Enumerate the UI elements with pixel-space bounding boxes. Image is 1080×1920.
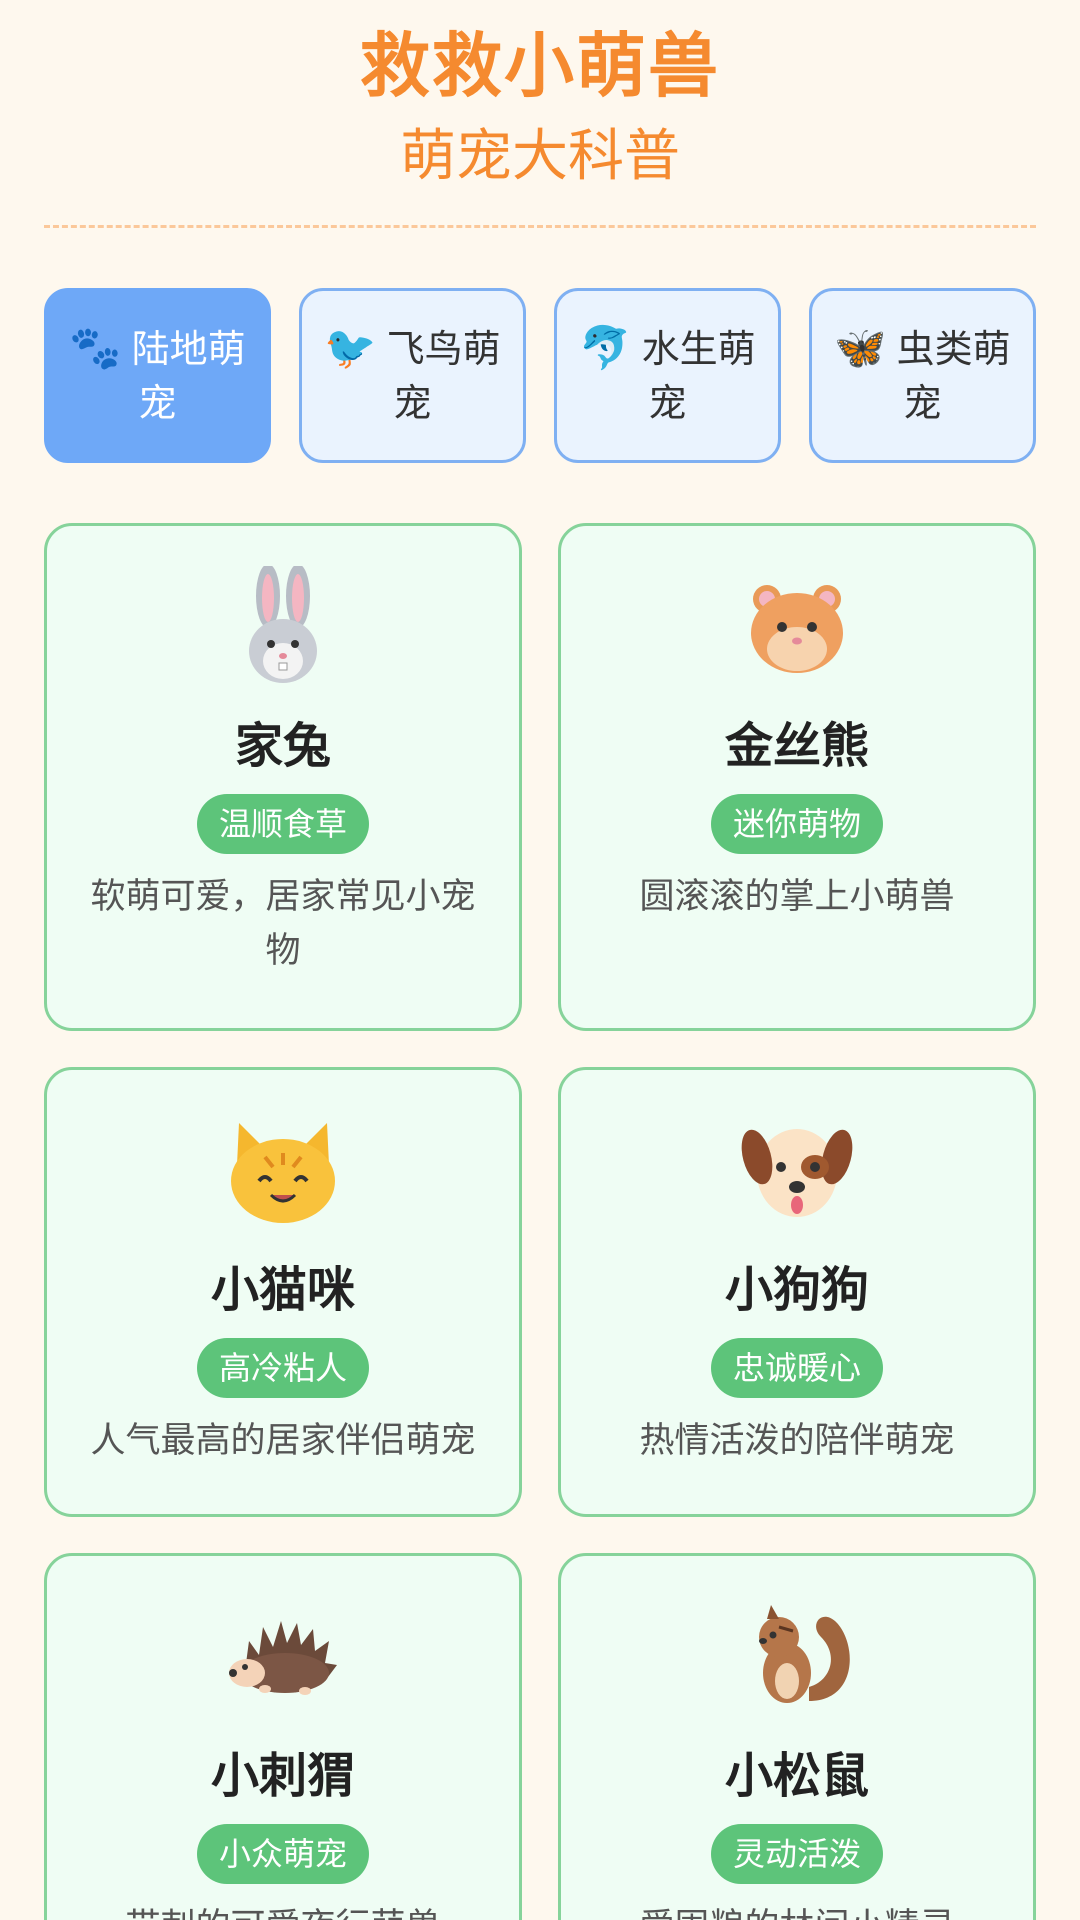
rabbit-icon bbox=[223, 566, 343, 686]
hamster-icon bbox=[737, 566, 857, 686]
squirrel-icon bbox=[737, 1596, 857, 1716]
pet-description: 人气最高的居家伴侣萌宠 bbox=[90, 1421, 476, 1461]
pet-description: 软萌可爱，居家常见小宠物 bbox=[90, 877, 476, 971]
tab-label: 飞鸟萌宠 bbox=[386, 327, 501, 425]
pet-name: 小刺猬 bbox=[210, 1748, 355, 1804]
cat-icon bbox=[223, 1110, 343, 1230]
tab-label: 虫类萌宠 bbox=[896, 327, 1011, 425]
pet-name: 小猫咪 bbox=[210, 1262, 355, 1318]
header: 救救小萌兽 萌宠大科普 bbox=[0, 0, 1080, 228]
pet-card-hamster[interactable]: 金丝熊 迷你萌物 圆滚滚的掌上小萌兽 bbox=[558, 523, 1036, 1031]
pet-name: 小松鼠 bbox=[724, 1748, 869, 1804]
pet-name: 小狗狗 bbox=[724, 1262, 869, 1318]
pet-tag: 迷你萌物 bbox=[710, 794, 883, 854]
pet-card-squirrel[interactable]: 小松鼠 灵动活泼 爱囤粮的林间小精灵 bbox=[558, 1553, 1036, 1920]
pet-card-rabbit[interactable]: 家兔 温顺食草 软萌可爱，居家常见小宠物 bbox=[44, 523, 522, 1031]
page-subtitle: 萌宠大科普 bbox=[400, 124, 680, 189]
hedgehog-icon bbox=[223, 1596, 343, 1716]
tab-label: 水生萌宠 bbox=[641, 327, 756, 425]
pet-name: 家兔 bbox=[234, 718, 331, 774]
pet-tag: 忠诚暖心 bbox=[710, 1338, 883, 1398]
pet-description: 带刺的可爱夜行萌兽 bbox=[77, 1900, 489, 1920]
paw-icon: 🐾 bbox=[69, 323, 122, 372]
tab-aquatic-pets[interactable]: 🐬 水生萌宠 bbox=[554, 288, 781, 463]
tab-bird-pets[interactable]: 🐦 飞鸟萌宠 bbox=[299, 288, 526, 463]
pet-tag: 温顺食草 bbox=[196, 794, 369, 854]
pet-card-dog[interactable]: 小狗狗 忠诚暖心 热情活泼的陪伴萌宠 bbox=[558, 1067, 1036, 1517]
dolphin-icon: 🐬 bbox=[579, 323, 632, 372]
pet-tag: 小众萌宠 bbox=[196, 1824, 369, 1884]
pet-name: 金丝熊 bbox=[724, 718, 869, 774]
pet-tag: 高冷粘人 bbox=[196, 1338, 369, 1398]
pet-description: 圆滚滚的掌上小萌兽 bbox=[639, 877, 955, 917]
pet-description: 爱囤粮的林间小精灵 bbox=[591, 1900, 1003, 1920]
tab-land-pets[interactable]: 🐾 陆地萌宠 bbox=[44, 288, 271, 463]
page-title: 救救小萌兽 bbox=[360, 25, 720, 107]
pet-card-cat[interactable]: 小猫咪 高冷粘人 人气最高的居家伴侣萌宠 bbox=[44, 1067, 522, 1517]
tab-insect-pets[interactable]: 🦋 虫类萌宠 bbox=[809, 288, 1036, 463]
pet-description: 热情活泼的陪伴萌宠 bbox=[639, 1421, 955, 1461]
pet-card-hedgehog[interactable]: 小刺猬 小众萌宠 带刺的可爱夜行萌兽 bbox=[44, 1553, 522, 1920]
pet-tag: 灵动活泼 bbox=[710, 1824, 883, 1884]
category-tabs: 🐾 陆地萌宠 🐦 飞鸟萌宠 🐬 水生萌宠 🦋 虫类萌宠 bbox=[44, 288, 1036, 463]
page: 救救小萌兽 萌宠大科普 🐾陆地萌宠 🐦飞鸟萌宠 🐬水生萌宠 🦋虫类萌宠 bbox=[0, 0, 1080, 1920]
header-divider bbox=[44, 225, 1036, 228]
tab-label: 陆地萌宠 bbox=[131, 327, 246, 425]
pet-grid: 家兔 温顺食草 软萌可爱，居家常见小宠物 金丝熊 迷你萌物 圆滚滚的掌上小萌兽 … bbox=[44, 523, 1036, 1920]
bird-icon: 🐦 bbox=[324, 323, 377, 372]
dog-icon bbox=[737, 1110, 857, 1230]
butterfly-icon: 🦋 bbox=[834, 323, 887, 372]
